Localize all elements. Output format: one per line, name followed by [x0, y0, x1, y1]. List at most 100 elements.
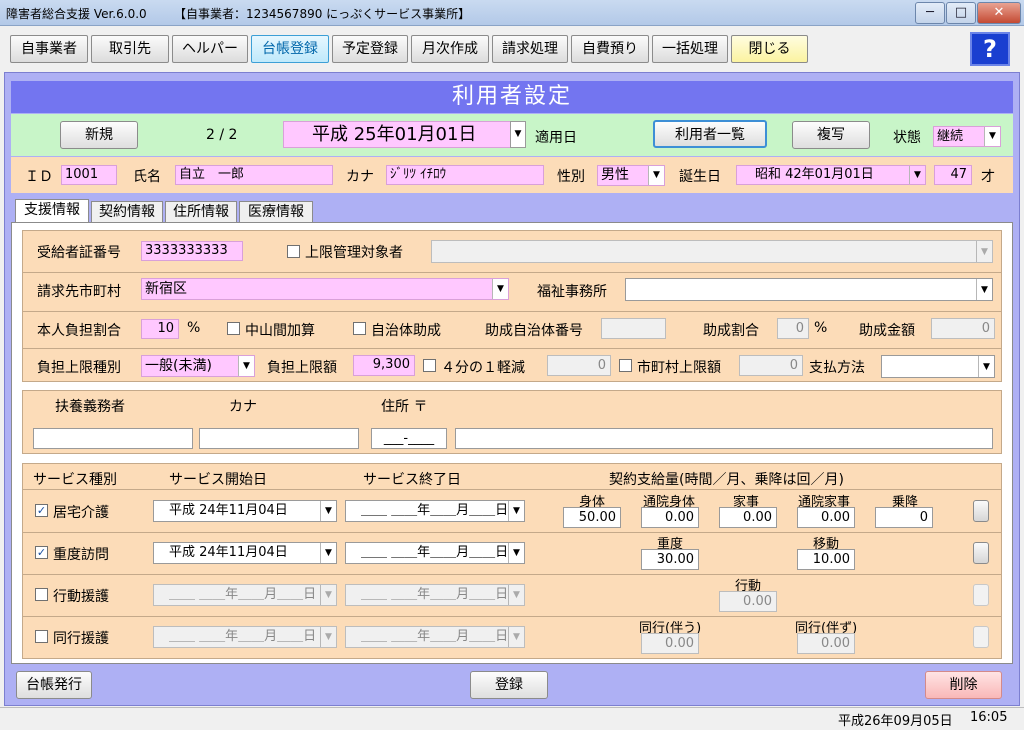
limit-mgmt-checkbox[interactable] — [287, 245, 300, 258]
print-ledger-button[interactable]: 台帳発行 — [16, 671, 92, 699]
amount-field-kodo: 0.00 — [719, 591, 777, 612]
user-list-button[interactable]: 利用者一覧 — [653, 120, 767, 148]
toolbar-button-daicho[interactable]: 台帳登録 — [251, 35, 329, 63]
copy-button[interactable]: 複写 — [792, 121, 870, 149]
chevron-down-icon: ▼ — [238, 356, 254, 376]
start-date-kodo-value: ＿＿ ＿＿年＿＿月＿＿日 — [169, 587, 317, 602]
amount-field-kaji[interactable]: 0.00 — [719, 507, 777, 528]
chevron-down-icon[interactable]: ▼ — [510, 121, 526, 148]
amount-field-judo[interactable]: 30.00 — [641, 549, 699, 570]
toolbar-button-ikkatsu[interactable]: 一括処理 — [652, 35, 728, 63]
toolbar-button-helper[interactable]: ヘルパー — [172, 35, 248, 63]
help-button[interactable]: ? — [970, 32, 1010, 66]
welfare-select[interactable]: ▼ — [625, 278, 993, 301]
status-time: 16:05 — [970, 710, 1008, 725]
apply-date-field[interactable]: 平成 25年01月01日 — [283, 121, 511, 148]
end-date-judo[interactable]: ＿＿ ＿＿年＿＿月＿＿日 ▼ — [345, 542, 525, 564]
detail-button-judo[interactable] — [973, 542, 989, 564]
kana-field[interactable]: ｼﾞﾘﾂ ｲﾁﾛｳ — [386, 165, 544, 185]
limit-amount-field[interactable]: 9,300 — [353, 355, 415, 376]
minimize-button[interactable]: ─ — [915, 2, 945, 24]
apply-date-label: 適用日 — [535, 130, 577, 146]
tab-support[interactable]: 支援情報 — [15, 199, 89, 223]
title-bar: 障害者総合支援 Ver.6.0.0 【自事業者：1234567890 にっぷくサ… — [0, 0, 1024, 26]
local-aid-checkbox[interactable] — [353, 322, 366, 335]
quarter-checkbox[interactable] — [423, 359, 436, 372]
guardian-zip-input[interactable]: ___-____ — [371, 428, 447, 449]
chevron-down-icon: ▼ — [320, 627, 336, 647]
toolbar-button-jijigyosha[interactable]: 自事業者 — [10, 35, 88, 63]
end-date-kodo-value: ＿＿ ＿＿年＿＿月＿＿日 — [361, 587, 509, 602]
divider — [23, 532, 1001, 533]
limit-mgmt-select: ▼ — [431, 240, 993, 263]
cert-label: 受給者証番号 — [37, 245, 121, 261]
service-name-kodo: 行動援護 — [53, 589, 109, 605]
toolbar-button-seikyu[interactable]: 請求処理 — [492, 35, 568, 63]
chevron-down-icon: ▼ — [508, 627, 524, 647]
service-checkbox-doko[interactable] — [35, 630, 48, 643]
limit-type-select[interactable]: 一般(未満) ▼ — [141, 355, 255, 377]
new-button[interactable]: 新規 — [60, 121, 138, 149]
cert-field[interactable]: 3333333333 — [141, 241, 243, 261]
chevron-down-icon: ▼ — [508, 543, 524, 563]
tab-medical[interactable]: 医療情報 — [239, 201, 313, 223]
city-label: 請求先市町村 — [37, 284, 121, 300]
service-name-doko: 同行援護 — [53, 631, 109, 647]
tab-contract[interactable]: 契約情報 — [91, 201, 163, 223]
toolbar-button-yotei[interactable]: 予定登録 — [332, 35, 408, 63]
toolbar-button-jihi[interactable]: 自費預り — [571, 35, 649, 63]
chevron-down-icon: ▼ — [508, 501, 524, 521]
birth-label: 誕生日 — [679, 169, 721, 185]
chevron-down-icon: ▼ — [976, 241, 992, 262]
sex-label: 性別 — [557, 169, 585, 185]
city-select[interactable]: 新宿区 ▼ — [141, 278, 509, 300]
end-date-doko-value: ＿＿ ＿＿年＿＿月＿＿日 — [361, 629, 509, 644]
end-date-kodo: ＿＿ ＿＿年＿＿月＿＿日 ▼ — [345, 584, 525, 606]
maximize-button[interactable]: □ — [946, 2, 976, 24]
welfare-label: 福祉事務所 — [537, 284, 607, 300]
chevron-down-icon: ▼ — [978, 356, 994, 377]
burden-label: 本人負担割合 — [37, 323, 121, 339]
kana-label: カナ — [346, 169, 374, 185]
sex-select[interactable]: 男性 ▼ — [597, 165, 665, 186]
start-date-judo[interactable]: 平成 24年11月04日 ▼ — [153, 542, 337, 564]
service-checkbox-kodo[interactable] — [35, 588, 48, 601]
guardian-kana-input[interactable] — [199, 428, 359, 449]
status-select[interactable]: 継続 ▼ — [933, 126, 1001, 147]
burden-field[interactable]: 10 — [141, 319, 179, 339]
guardian-label: 扶養義務者 — [55, 399, 125, 415]
id-field[interactable]: 1001 — [61, 165, 117, 185]
service-checkbox-judo[interactable]: ✓ — [35, 546, 48, 559]
toolbar-button-torihikisaki[interactable]: 取引先 — [91, 35, 169, 63]
chevron-down-icon: ▼ — [320, 501, 336, 521]
register-button[interactable]: 登録 — [470, 671, 548, 699]
start-date-doko-value: ＿＿ ＿＿年＿＿月＿＿日 — [169, 629, 317, 644]
tab-address[interactable]: 住所情報 — [165, 201, 237, 223]
identity-row: ＩＤ 1001 氏名 自立 一郎 カナ ｼﾞﾘﾂ ｲﾁﾛｳ 性別 男性 ▼ 誕生日… — [11, 157, 1013, 193]
amount-field-ido[interactable]: 10.00 — [797, 549, 855, 570]
end-date-kyotaku[interactable]: ＿＿ ＿＿年＿＿月＿＿日 ▼ — [345, 500, 525, 522]
city-limit-checkbox[interactable] — [619, 359, 632, 372]
delete-button[interactable]: 削除 — [925, 671, 1002, 699]
amount-field-tsuin-kaji[interactable]: 0.00 — [797, 507, 855, 528]
amount-field-joko[interactable]: 0 — [875, 507, 933, 528]
name-field[interactable]: 自立 一郎 — [175, 165, 333, 185]
mid-mountain-checkbox[interactable] — [227, 322, 240, 335]
detail-button-kyotaku[interactable] — [973, 500, 989, 522]
pay-method-select[interactable]: ▼ — [881, 355, 995, 378]
service-name-kyotaku: 居宅介護 — [53, 505, 109, 521]
toolbar-button-getsuji[interactable]: 月次作成 — [411, 35, 489, 63]
toolbar: 自事業者 取引先 ヘルパー 台帳登録 予定登録 月次作成 請求処理 自費預り 一… — [0, 27, 1024, 71]
aid-amount-label: 助成金額 — [859, 323, 915, 339]
guardian-address-input[interactable] — [455, 428, 993, 449]
service-checkbox-kyotaku[interactable]: ✓ — [35, 504, 48, 517]
amount-field-tsuin-shintai[interactable]: 0.00 — [641, 507, 699, 528]
close-window-button[interactable]: ✕ — [977, 2, 1021, 24]
birth-date-field[interactable]: 昭和 42年01月01日 ▼ — [736, 165, 926, 185]
toolbar-button-close[interactable]: 閉じる — [731, 35, 808, 63]
aid-rate-field: 0 — [777, 318, 809, 339]
end-date-judo-value: ＿＿ ＿＿年＿＿月＿＿日 — [361, 545, 509, 560]
guardian-name-input[interactable] — [33, 428, 193, 449]
start-date-kyotaku[interactable]: 平成 24年11月04日 ▼ — [153, 500, 337, 522]
amount-field-shintai[interactable]: 50.00 — [563, 507, 621, 528]
